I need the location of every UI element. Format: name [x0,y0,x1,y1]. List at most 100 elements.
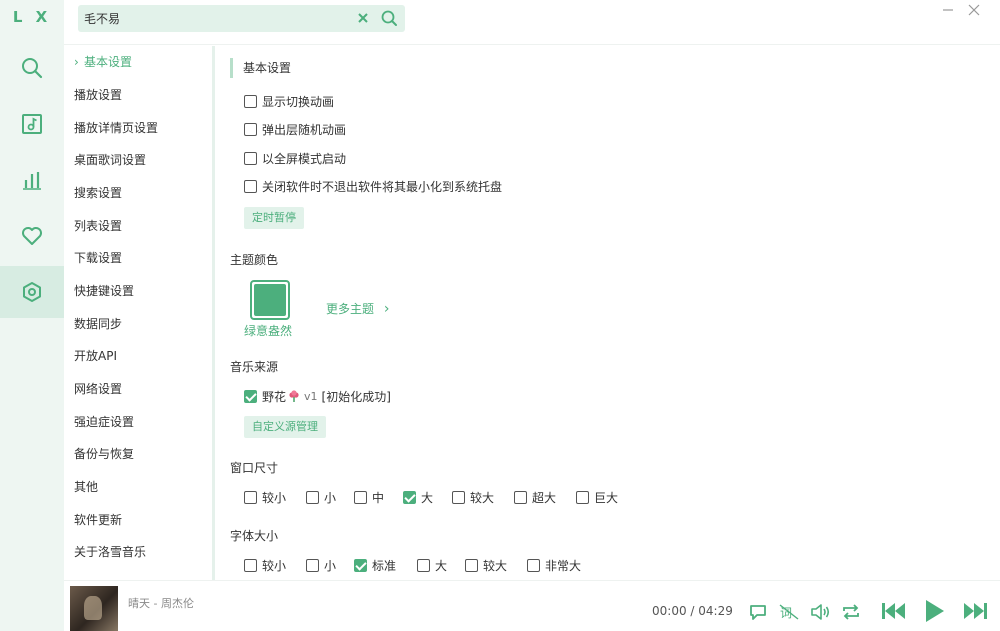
close-icon[interactable] [964,2,984,18]
window-size-option[interactable]: 较小 [244,487,286,507]
repeat-icon[interactable] [840,601,862,623]
font-size-option[interactable]: 非常大 [527,555,581,575]
search-input[interactable] [84,9,344,28]
window-size-option[interactable]: 大 [403,487,433,507]
nav-item-play-detail[interactable]: 播放详情页设置 [74,117,210,139]
nav-item-label: 搜索设置 [74,186,123,200]
font-size-option[interactable]: 较小 [244,555,286,575]
section-title-theme: 主题颜色 [230,253,279,267]
volume-icon[interactable] [809,601,831,623]
checkbox-checked[interactable] [354,558,367,572]
checkbox-label: 标准 [372,558,397,573]
checkbox[interactable] [244,122,257,136]
nav-item-other[interactable]: 其他 [74,476,210,498]
checkbox[interactable] [354,490,367,504]
source-name: 野花 [262,389,287,404]
window-size-option[interactable]: 较大 [452,487,494,507]
theme-swatch-current[interactable] [250,280,290,320]
checkbox[interactable] [514,490,527,504]
checkbox[interactable] [244,490,257,504]
checkbox-label: 大 [421,490,434,505]
app-logo: L X [12,8,52,26]
window-size-option[interactable]: 小 [306,487,336,507]
option-minimize-to-tray[interactable]: 关闭软件时不退出软件将其最小化到系统托盘 [244,176,502,196]
lyric-icon[interactable]: 词 [778,601,800,623]
checkbox[interactable] [452,490,465,504]
window-size-option[interactable]: 中 [354,487,384,507]
section-title-font-size: 字体大小 [230,529,279,543]
search-submit-icon[interactable] [380,9,398,27]
chevron-right-icon: › [383,301,390,317]
nav-item-label: 网络设置 [74,382,123,396]
track-title[interactable]: 晴天 - 周杰伦 [128,595,194,611]
window-size-option[interactable]: 巨大 [576,487,618,507]
option-switch-animation[interactable]: 显示切换动画 [244,91,334,111]
source-option[interactable]: 野花 v1 [初始化成功] [244,386,391,406]
rail-favorites-button[interactable] [0,210,64,262]
checkbox[interactable] [306,558,319,572]
nav-item-play[interactable]: 播放设置 [74,84,210,106]
nav-item-sync[interactable]: 数据同步 [74,313,210,335]
nav-item-label: 开放API [74,349,117,363]
more-themes-link[interactable]: 更多主题 › [326,300,389,317]
leaderboard-icon [23,172,41,190]
nav-item-about[interactable]: 关于洛雪音乐 [74,541,210,563]
nav-item-update[interactable]: 软件更新 [74,509,210,531]
nav-item-search[interactable]: 搜索设置 [74,182,210,204]
nav-item-label: 其他 [74,480,99,494]
checkbox[interactable] [527,558,540,572]
window-size-option[interactable]: 超大 [514,487,556,507]
source-version: v1 [304,389,318,403]
comment-icon[interactable] [747,601,769,623]
nav-item-open-api[interactable]: 开放API [74,345,210,367]
more-themes-label: 更多主题 [326,302,375,316]
checkbox[interactable] [244,558,257,572]
album-cover[interactable] [70,586,118,631]
clear-search-icon[interactable] [356,11,370,25]
nav-item-network[interactable]: 网络设置 [74,378,210,400]
rail-settings-button[interactable] [0,266,64,318]
font-size-option[interactable]: 较大 [465,555,507,575]
nav-item-hotkey[interactable]: 快捷键设置 [74,280,210,302]
checkbox[interactable] [465,558,478,572]
checkbox[interactable] [244,151,257,165]
nav-item-desktop-lyric[interactable]: 桌面歌词设置 [74,149,210,171]
font-size-option[interactable]: 标准 [354,555,396,575]
checkbox-label: 巨大 [594,490,619,505]
nav-item-label: 软件更新 [74,513,123,527]
checkbox-label: 以全屏模式启动 [262,151,347,166]
checkbox-label: 非常大 [545,558,582,573]
font-size-option[interactable]: 小 [306,555,336,575]
settings-content: 基本设置 显示切换动画 弹出层随机动画 以全屏模式启动 关闭软件时不退出软件将其… [216,46,1000,580]
custom-source-manage-button[interactable]: 自定义源管理 [244,416,326,438]
checkbox[interactable] [306,490,319,504]
checkbox[interactable] [417,558,430,572]
checkbox-checked[interactable] [403,490,416,504]
nav-item-label: 播放详情页设置 [74,121,159,135]
nav-item-backup[interactable]: 备份与恢复 [74,443,210,465]
timer-pause-button[interactable]: 定时暂停 [244,207,304,229]
checkbox[interactable] [576,490,589,504]
play-icon[interactable] [920,597,948,625]
rail-search-button[interactable] [0,42,64,94]
nav-item-list[interactable]: 列表设置 [74,215,210,237]
nav-item-download[interactable]: 下载设置 [74,247,210,269]
chevron-right-icon: › [74,55,79,69]
checkbox[interactable] [244,94,257,108]
option-popup-random-animation[interactable]: 弹出层随机动画 [244,119,346,139]
nav-item-label: 关于洛雪音乐 [74,545,147,559]
previous-icon[interactable] [879,597,907,625]
rail-leaderboard-button[interactable] [0,154,64,206]
checkbox[interactable] [244,179,257,193]
nav-item-label: 播放设置 [74,88,123,102]
nav-item-basic[interactable]: › 基本设置 [74,51,210,73]
next-icon[interactable] [962,597,990,625]
font-size-option[interactable]: 大 [417,555,447,575]
nav-item-ocd[interactable]: 强迫症设置 [74,411,210,433]
checkbox-checked[interactable] [244,389,257,403]
checkbox-label: 小 [324,558,337,573]
option-fullscreen-start[interactable]: 以全屏模式启动 [244,148,346,168]
checkbox-label: 大 [435,558,448,573]
minimize-icon[interactable] [938,2,958,18]
rail-music-list-button[interactable] [0,98,64,150]
